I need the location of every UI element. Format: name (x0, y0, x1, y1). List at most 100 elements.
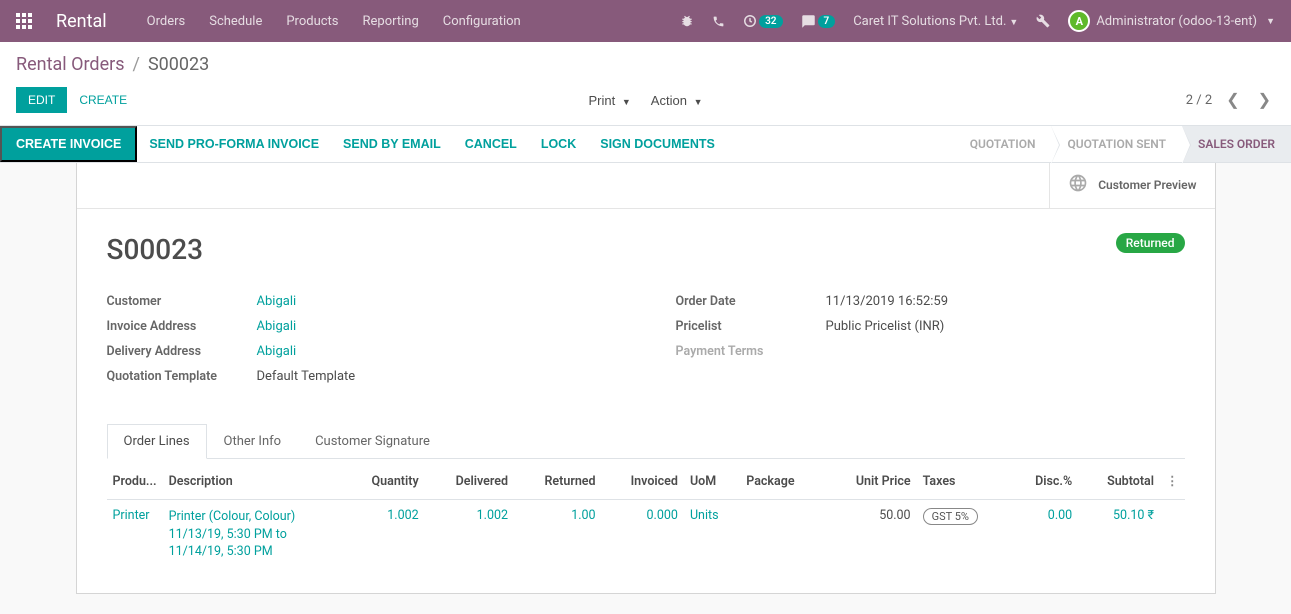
tabs: Order Lines Other Info Customer Signatur… (107, 424, 1185, 459)
send-proforma-button[interactable]: SEND PRO-FORMA INVOICE (137, 126, 331, 162)
settings-icon[interactable] (1036, 14, 1050, 28)
pricelist-label: Pricelist (676, 319, 826, 334)
customer-value[interactable]: Abigali (257, 294, 297, 309)
pager-next[interactable]: ❯ (1254, 88, 1275, 112)
quotation-template-label: Quotation Template (107, 369, 257, 384)
cell-product: Printer (107, 500, 163, 569)
user-label: Administrator (odoo-13-ent) (1096, 14, 1257, 29)
col-invoiced: Invoiced (602, 463, 684, 500)
chat-icon[interactable]: 7 (801, 14, 836, 29)
brand-title[interactable]: Rental (56, 11, 107, 32)
payment-terms-label: Payment Terms (676, 344, 826, 359)
create-invoice-button[interactable]: CREATE INVOICE (0, 126, 137, 162)
nav-reporting[interactable]: Reporting (363, 14, 419, 29)
status-quotation[interactable]: QUOTATION (954, 126, 1052, 162)
invoice-address-value[interactable]: Abigali (257, 319, 297, 334)
quotation-template-value: Default Template (257, 369, 356, 384)
pager-prev[interactable]: ❮ (1222, 88, 1243, 112)
print-label: Print (589, 93, 616, 108)
col-uom: UoM (684, 463, 740, 500)
cell-package (740, 500, 824, 569)
sheet-wrap: Customer Preview S00023 Returned Custome… (0, 163, 1291, 614)
delivery-address-label: Delivery Address (107, 344, 257, 359)
phone-icon[interactable] (712, 15, 725, 28)
fields-left: Customer Abigali Invoice Address Abigali… (107, 294, 616, 394)
nav-schedule[interactable]: Schedule (209, 14, 262, 29)
customer-preview-label: Customer Preview (1098, 178, 1196, 192)
col-quantity: Quantity (343, 463, 425, 500)
avatar: A (1068, 10, 1090, 32)
tab-other-info[interactable]: Other Info (207, 424, 299, 459)
delivery-address-value[interactable]: Abigali (257, 344, 297, 359)
cancel-button[interactable]: CANCEL (453, 126, 529, 162)
apps-icon[interactable] (16, 13, 32, 29)
cell-uom: Units (684, 500, 740, 569)
user-menu[interactable]: A Administrator (odoo-13-ent)▼ (1068, 10, 1275, 32)
breadcrumb: Rental Orders / S00023 (0, 42, 1291, 83)
col-subtotal: Subtotal (1078, 463, 1160, 500)
cell-quantity: 1.002 (343, 500, 425, 569)
cell-returned: 1.00 (514, 500, 602, 569)
cell-description: Printer (Colour, Colour) 11/13/19, 5:30 … (163, 500, 343, 569)
order-date-value: 11/13/2019 16:52:59 (826, 294, 949, 309)
status-quotation-sent[interactable]: QUOTATION SENT (1051, 126, 1182, 162)
nav-products[interactable]: Products (286, 14, 338, 29)
table-options-icon[interactable]: ⋮ (1166, 474, 1179, 489)
status-sales-order[interactable]: SALES ORDER (1182, 126, 1291, 162)
controls-bar: EDIT CREATE Print ▼ Action ▼ 2 / 2 ❮ ❯ (0, 83, 1291, 125)
nav-configuration[interactable]: Configuration (443, 14, 521, 29)
col-returned: Returned (514, 463, 602, 500)
action-dropdown[interactable]: Action ▼ (645, 89, 709, 112)
bug-icon[interactable] (680, 14, 694, 28)
fields: Customer Abigali Invoice Address Abigali… (107, 294, 1185, 394)
sign-documents-button[interactable]: SIGN DOCUMENTS (588, 126, 727, 162)
action-label: Action (651, 93, 687, 108)
tab-order-lines[interactable]: Order Lines (107, 424, 207, 459)
cell-unit-price: 50.00 (824, 500, 917, 569)
col-taxes: Taxes (917, 463, 1010, 500)
edit-button[interactable]: EDIT (16, 87, 67, 113)
col-disc: Disc.% (1010, 463, 1078, 500)
chat-badge: 7 (818, 15, 836, 28)
col-delivered: Delivered (425, 463, 514, 500)
topbar: Rental Orders Schedule Products Reportin… (0, 0, 1291, 42)
send-email-button[interactable]: SEND BY EMAIL (331, 126, 453, 162)
sheet-button-box: Customer Preview (77, 163, 1215, 209)
tab-customer-signature[interactable]: Customer Signature (298, 424, 447, 459)
create-button[interactable]: CREATE (67, 87, 139, 113)
cell-invoiced: 0.000 (602, 500, 684, 569)
company-selector[interactable]: Caret IT Solutions Pvt. Ltd.▼ (853, 14, 1018, 29)
clock-badge: 32 (759, 15, 782, 28)
cell-disc: 0.00 (1010, 500, 1078, 569)
cell-delivered: 1.002 (425, 500, 514, 569)
customer-preview-button[interactable]: Customer Preview (1049, 163, 1214, 208)
action-bar: CREATE INVOICE SEND PRO-FORMA INVOICE SE… (0, 125, 1291, 163)
status-badge: Returned (1116, 233, 1185, 253)
breadcrumb-root[interactable]: Rental Orders (16, 54, 125, 75)
topbar-right: 32 7 Caret IT Solutions Pvt. Ltd.▼ A Adm… (680, 10, 1275, 32)
lock-button[interactable]: LOCK (529, 126, 588, 162)
nav-orders[interactable]: Orders (147, 14, 186, 29)
breadcrumb-separator: / (133, 54, 140, 75)
sheet: Customer Preview S00023 Returned Custome… (76, 163, 1216, 594)
globe-icon (1068, 173, 1088, 198)
clock-icon[interactable]: 32 (743, 14, 782, 28)
col-package: Package (740, 463, 824, 500)
customer-label: Customer (107, 294, 257, 309)
table-row[interactable]: Printer Printer (Colour, Colour) 11/13/1… (107, 500, 1185, 569)
col-product: Produ... (107, 463, 163, 500)
col-unit-price: Unit Price (824, 463, 917, 500)
status-flow: QUOTATION QUOTATION SENT SALES ORDER (954, 126, 1291, 162)
pager: 2 / 2 ❮ ❯ (1186, 88, 1275, 112)
order-lines-table: Produ... Description Quantity Delivered … (107, 463, 1185, 569)
fields-right: Order Date 11/13/2019 16:52:59 Pricelist… (676, 294, 1185, 394)
order-date-label: Order Date (676, 294, 826, 309)
nav-menu: Orders Schedule Products Reporting Confi… (147, 14, 521, 29)
cell-subtotal: 50.10 ₹ (1078, 500, 1160, 569)
pager-text: 2 / 2 (1186, 93, 1212, 108)
sheet-body: S00023 Returned Customer Abigali Invoice… (77, 209, 1215, 593)
order-title: S00023 (107, 233, 204, 266)
print-dropdown[interactable]: Print ▼ (583, 89, 637, 112)
col-description: Description (163, 463, 343, 500)
breadcrumb-current: S00023 (148, 54, 209, 75)
